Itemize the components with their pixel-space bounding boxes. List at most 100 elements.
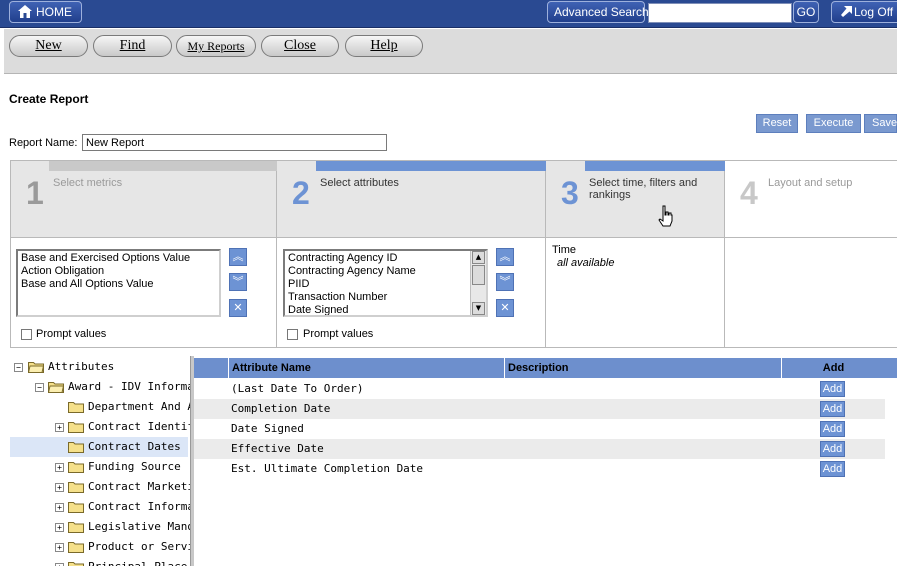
tree-item[interactable]: Department And A (10, 397, 190, 417)
folder-icon (68, 422, 84, 433)
tree-item[interactable]: + Legislative Manda (10, 517, 190, 537)
expand-icon[interactable]: + (55, 503, 64, 512)
tree-label: Contract Identifica (88, 420, 190, 433)
attributes-prompt-label: Prompt values (303, 328, 374, 340)
find-button[interactable]: Find (93, 35, 172, 57)
column-attribute-name[interactable]: Attribute Name (228, 358, 505, 378)
column-add: Add (781, 358, 885, 378)
folder-icon (68, 522, 84, 533)
tree-label: Department And A (88, 400, 190, 413)
attributes-list[interactable]: Contracting Agency ID Contracting Agency… (283, 249, 488, 317)
double-chevron-down-icon: ︾ (499, 275, 511, 288)
move-top-button[interactable]: ︽ (496, 248, 514, 266)
search-input[interactable] (648, 3, 792, 23)
move-bottom-button[interactable]: ︾ (496, 273, 514, 291)
list-item[interactable]: PIID (288, 278, 466, 291)
go-button[interactable]: GO (793, 1, 819, 23)
time-panel: Time all available (546, 237, 725, 347)
tree-item-award-idv[interactable]: − Award - IDV Informat (10, 377, 190, 397)
table-row[interactable]: Effective Date Add (194, 439, 885, 459)
time-value[interactable]: all available (557, 257, 614, 269)
my-reports-button[interactable]: My Reports (176, 35, 256, 57)
new-button[interactable]: New (9, 35, 88, 57)
attribute-tree: − Attributes − Award - IDV Informat Depa… (10, 356, 190, 566)
expand-icon[interactable]: + (55, 483, 64, 492)
tree-item[interactable]: + Product or Service (10, 537, 190, 557)
tree-item[interactable]: + Contract Marketin (10, 477, 190, 497)
attribute-name-cell: Completion Date (231, 402, 331, 415)
step-3-label: Select time, filters and rankings (589, 177, 698, 201)
log-off-button[interactable]: Log Off (831, 1, 897, 23)
tree-item-attributes[interactable]: − Attributes (10, 357, 190, 377)
expand-icon[interactable]: + (55, 543, 64, 552)
close-icon: ✕ (233, 301, 243, 314)
list-item[interactable]: Transaction Number (288, 291, 466, 304)
report-name-label: Report Name: (9, 137, 78, 149)
help-button[interactable]: Help (345, 35, 423, 57)
table-row[interactable]: (Last Date To Order) Add (194, 379, 885, 399)
collapse-icon[interactable]: − (14, 363, 23, 372)
column-description[interactable]: Description (504, 358, 781, 378)
double-chevron-up-icon: ︽ (499, 250, 511, 263)
expand-icon[interactable]: + (55, 463, 64, 472)
add-button[interactable]: Add (820, 441, 845, 457)
remove-button[interactable]: ✕ (496, 299, 514, 317)
scroll-down-icon[interactable]: ▼ (472, 302, 485, 315)
advanced-search-button[interactable]: Advanced Search (547, 1, 649, 23)
attribute-name-cell: (Last Date To Order) (231, 382, 364, 395)
tree-item[interactable]: + Funding Source (10, 457, 188, 477)
scroll-up-icon[interactable]: ▲ (472, 251, 485, 264)
tree-item[interactable]: + Contract Informat (10, 497, 190, 517)
table-row[interactable]: Completion Date Add (194, 399, 885, 419)
add-button[interactable]: Add (820, 421, 845, 437)
step-4-tab[interactable]: 4 Layout and setup (725, 161, 897, 237)
add-button[interactable]: Add (820, 461, 845, 477)
attributes-panel: Contracting Agency ID Contracting Agency… (277, 237, 546, 347)
reset-button[interactable]: Reset (756, 114, 798, 133)
attribute-name-cell: Effective Date (231, 442, 324, 455)
move-bottom-button[interactable]: ︾ (229, 273, 247, 291)
attributes-scrollbar[interactable]: ▲ ▼ (470, 251, 486, 315)
add-button[interactable]: Add (820, 381, 845, 397)
metrics-list[interactable]: Base and Exercised Options Value Action … (16, 249, 221, 317)
list-item[interactable]: Date Signed (288, 304, 466, 315)
table-row[interactable]: Date Signed Add (194, 419, 885, 439)
list-item[interactable]: Action Obligation (21, 265, 216, 278)
tree-item[interactable]: Contract Dates (10, 437, 188, 457)
close-button[interactable]: Close (261, 35, 339, 57)
metrics-prompt-checkbox[interactable] (21, 329, 32, 340)
metrics-panel: Base and Exercised Options Value Action … (11, 237, 277, 347)
step-2-number: 2 (292, 175, 310, 211)
step-wizard: 1 Select metrics 2 Select attributes 3 S… (10, 160, 897, 348)
folder-icon (68, 402, 84, 413)
list-item[interactable]: Base and All Options Value (21, 278, 216, 291)
remove-button[interactable]: ✕ (229, 299, 247, 317)
scroll-thumb[interactable] (472, 265, 485, 285)
tree-item[interactable]: + Contract Identifica (10, 417, 190, 437)
home-button[interactable]: HOME (9, 1, 82, 23)
list-item[interactable]: Contracting Agency ID (288, 252, 466, 265)
list-item[interactable]: Base and Exercised Options Value (21, 252, 216, 265)
save-button[interactable]: Save (864, 114, 897, 133)
tree-label: Legislative Manda (88, 520, 190, 533)
metrics-prompt-label: Prompt values (36, 328, 107, 340)
execute-button[interactable]: Execute (806, 114, 861, 133)
add-button[interactable]: Add (820, 401, 845, 417)
step-2-tab[interactable]: 2 Select attributes (277, 161, 546, 237)
report-name-input[interactable] (82, 134, 387, 151)
attribute-name-cell: Est. Ultimate Completion Date (231, 462, 424, 475)
collapse-icon[interactable]: − (35, 383, 44, 392)
attributes-prompt-checkbox[interactable] (287, 329, 298, 340)
page-title: Create Report (9, 92, 89, 106)
step-3-tab[interactable]: 3 Select time, filters and rankings (546, 161, 725, 237)
list-item[interactable]: Contracting Agency Name (288, 265, 466, 278)
step-4-label: Layout and setup (768, 177, 853, 189)
expand-icon[interactable]: + (55, 423, 64, 432)
move-top-button[interactable]: ︽ (229, 248, 247, 266)
table-row[interactable]: Est. Ultimate Completion Date Add (194, 459, 885, 479)
step-1-tab[interactable]: 1 Select metrics (11, 161, 277, 237)
expand-icon[interactable]: + (55, 523, 64, 532)
tree-label: Contract Marketin (88, 480, 190, 493)
tree-item[interactable]: +Principal Place of (10, 557, 190, 566)
tree-label: Product or Service (88, 540, 190, 553)
